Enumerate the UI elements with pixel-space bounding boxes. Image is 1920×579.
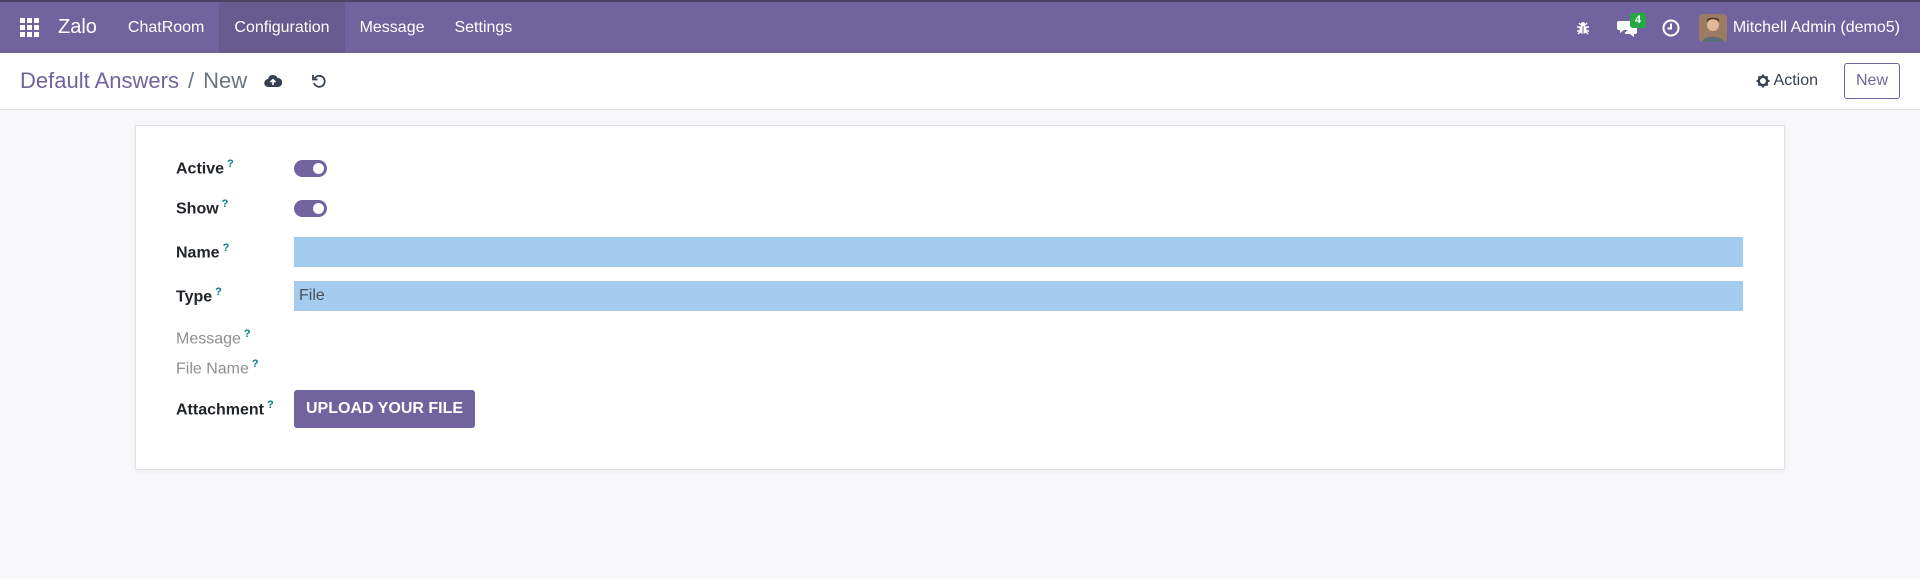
gear-icon — [1756, 74, 1770, 88]
field-label-active: Active? — [176, 158, 234, 178]
control-panel: Default Answers / New Action New — [0, 53, 1920, 110]
field-attachment: Attachment? UPLOAD YOUR FILE — [176, 390, 476, 428]
breadcrumb-current: New — [203, 68, 248, 93]
help-icon[interactable]: ? — [252, 358, 259, 370]
chat-icon[interactable]: 4 — [1605, 2, 1649, 53]
help-icon[interactable]: ? — [215, 286, 222, 298]
form-sheet: Active? Show? Name? Type? File Message? … — [135, 125, 1785, 470]
menu-item-configuration[interactable]: Configuration — [219, 2, 345, 53]
help-icon[interactable]: ? — [223, 242, 230, 254]
action-label: Action — [1773, 72, 1818, 89]
field-label-attachment: Attachment? — [176, 398, 274, 419]
discard-icon[interactable] — [299, 61, 339, 101]
type-select[interactable]: File — [294, 281, 1743, 311]
active-toggle[interactable] — [294, 159, 327, 177]
breadcrumb-parent[interactable]: Default Answers — [20, 68, 179, 94]
systray: 4 Mitchell Admin (demo5) — [1561, 2, 1920, 53]
help-icon[interactable]: ? — [267, 399, 274, 411]
menu-item-chatroom[interactable]: ChatRoom — [113, 2, 219, 53]
apps-menu-icon[interactable] — [0, 2, 58, 53]
field-name: Name? — [176, 237, 1743, 267]
field-label-name: Name? — [176, 241, 230, 262]
user-name: Mitchell Admin (demo5) — [1732, 18, 1900, 36]
bug-icon[interactable] — [1561, 2, 1605, 53]
field-type: Type? File — [176, 281, 1743, 311]
field-show: Show? — [176, 198, 327, 218]
app-brand[interactable]: Zalo — [58, 16, 97, 39]
field-file-name: File Name? — [176, 358, 294, 378]
name-input[interactable] — [294, 237, 1743, 267]
help-icon[interactable]: ? — [244, 328, 251, 340]
show-toggle[interactable] — [294, 199, 327, 217]
avatar — [1698, 13, 1727, 42]
breadcrumb-separator: / — [187, 68, 195, 93]
control-panel-actions: Action New — [1756, 63, 1900, 99]
main-menu: ChatRoom Configuration Message Settings — [113, 2, 527, 53]
user-menu[interactable]: Mitchell Admin (demo5) — [1693, 13, 1920, 42]
breadcrumb: Default Answers / New — [20, 68, 247, 94]
field-label-type: Type? — [176, 285, 222, 306]
new-button[interactable]: New — [1843, 63, 1900, 99]
help-icon[interactable]: ? — [227, 158, 234, 170]
help-icon[interactable]: ? — [222, 198, 229, 210]
field-message: Message? — [176, 328, 294, 348]
field-label-file-name: File Name? — [176, 358, 259, 378]
field-active: Active? — [176, 158, 327, 178]
menu-item-settings[interactable]: Settings — [439, 2, 527, 53]
clock-icon[interactable] — [1649, 2, 1693, 53]
upload-file-button[interactable]: UPLOAD YOUR FILE — [294, 390, 476, 428]
field-label-message: Message? — [176, 328, 251, 348]
menu-item-message[interactable]: Message — [345, 2, 440, 53]
field-label-show: Show? — [176, 198, 229, 218]
action-button[interactable]: Action — [1756, 72, 1818, 90]
top-navbar: Zalo ChatRoom Configuration Message Sett… — [0, 0, 1920, 53]
save-cloud-icon[interactable] — [253, 61, 293, 101]
chat-badge: 4 — [1629, 13, 1646, 28]
